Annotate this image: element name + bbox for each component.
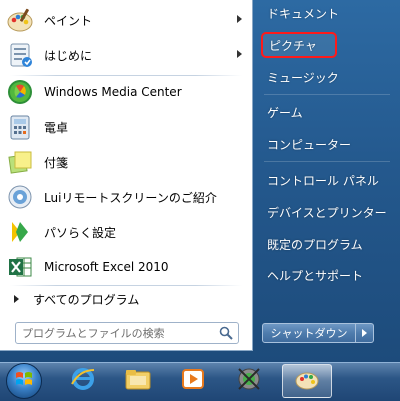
program-label: Microsoft Excel 2010	[44, 260, 169, 274]
shutdown-label: シャットダウン	[270, 327, 348, 340]
right-item-label: デバイスとプリンター	[267, 205, 387, 220]
paint-icon	[6, 6, 34, 34]
program-label: Luiリモートスクリーンのご紹介	[44, 190, 217, 205]
submenu-arrow-icon[interactable]	[237, 50, 242, 58]
taskbar-internet-explorer[interactable]	[58, 364, 108, 398]
all-programs-button[interactable]: すべてのプログラム	[6, 288, 250, 310]
right-item-computer[interactable]: コンピューター	[261, 131, 393, 157]
right-item-documents[interactable]: ドキュメント	[261, 0, 393, 26]
program-label: ペイント	[44, 13, 93, 28]
right-item-help-support[interactable]: ヘルプとサポート	[261, 262, 393, 288]
games-icon	[235, 365, 263, 397]
right-item-label: ゲーム	[267, 105, 303, 120]
right-item-label: 既定のプログラム	[267, 237, 363, 252]
right-item-label: ミュージック	[267, 70, 339, 85]
right-item-label: コントロール パネル	[267, 173, 379, 188]
program-item-lui-remote-screen[interactable]: Luiリモートスクリーンのご紹介	[6, 180, 250, 214]
right-item-pictures[interactable]: ピクチャ	[261, 32, 337, 58]
divider	[10, 285, 242, 286]
taskbar-paint[interactable]	[282, 364, 332, 398]
start-button[interactable]	[6, 363, 42, 399]
getting-started-icon	[6, 41, 34, 69]
media-player-icon	[180, 366, 206, 396]
internet-explorer-icon	[70, 366, 96, 396]
programs-pane: ペイント はじめに Windows Media Center 電卓 付箋 Lui…	[0, 0, 253, 351]
all-programs-label: すべてのプログラム	[33, 292, 140, 307]
taskbar-media-player[interactable]	[168, 364, 218, 398]
right-item-music[interactable]: ミュージック	[261, 64, 393, 90]
arrow-right-icon	[14, 295, 19, 303]
program-label: 電卓	[44, 120, 69, 135]
right-item-games[interactable]: ゲーム	[261, 99, 393, 125]
program-label: Windows Media Center	[44, 85, 182, 99]
program-item-pasoraku[interactable]: パソらく設定	[6, 215, 250, 249]
program-label: はじめに	[44, 48, 93, 63]
excel-icon	[6, 253, 34, 281]
right-item-label: ドキュメント	[267, 6, 340, 21]
taskbar-games[interactable]	[224, 364, 274, 398]
right-item-control-panel[interactable]: コントロール パネル	[261, 167, 393, 193]
program-item-calculator[interactable]: 電卓	[6, 110, 250, 144]
program-label: パソらく設定	[44, 225, 117, 240]
search-icon[interactable]	[216, 324, 236, 342]
right-item-default-programs[interactable]: 既定のプログラム	[261, 231, 393, 257]
program-item-media-center[interactable]: Windows Media Center	[6, 75, 250, 109]
right-item-label: コンピューター	[267, 137, 352, 152]
program-label: 付箋	[44, 155, 69, 170]
right-item-label: ピクチャ	[269, 38, 317, 53]
program-item-sticky-notes[interactable]: 付箋	[6, 145, 250, 179]
paint-icon	[294, 366, 320, 396]
media-center-icon	[6, 78, 34, 106]
divider	[264, 161, 390, 162]
windows-logo-icon	[14, 369, 34, 393]
search-input[interactable]	[16, 325, 204, 341]
arrow-right-icon	[362, 329, 367, 337]
program-item-excel[interactable]: Microsoft Excel 2010	[6, 250, 250, 284]
shutdown-options-button[interactable]	[356, 323, 374, 343]
right-item-label: ヘルプとサポート	[267, 268, 364, 283]
program-item-paint[interactable]: ペイント	[6, 3, 250, 37]
search-box[interactable]	[15, 322, 239, 344]
start-menu: ペイント はじめに Windows Media Center 電卓 付箋 Lui…	[0, 0, 400, 362]
program-item-getting-started[interactable]: はじめに	[6, 38, 250, 72]
remote-screen-icon	[6, 183, 34, 211]
taskbar-windows-explorer[interactable]	[113, 364, 163, 398]
shutdown-button[interactable]: シャットダウン	[262, 323, 356, 343]
submenu-arrow-icon[interactable]	[237, 15, 242, 23]
right-item-devices-printers[interactable]: デバイスとプリンター	[261, 199, 393, 225]
calculator-icon	[6, 113, 34, 141]
sticky-notes-icon	[6, 148, 34, 176]
folder-icon	[124, 366, 152, 396]
divider	[264, 94, 390, 95]
pasoraku-icon	[6, 218, 34, 246]
